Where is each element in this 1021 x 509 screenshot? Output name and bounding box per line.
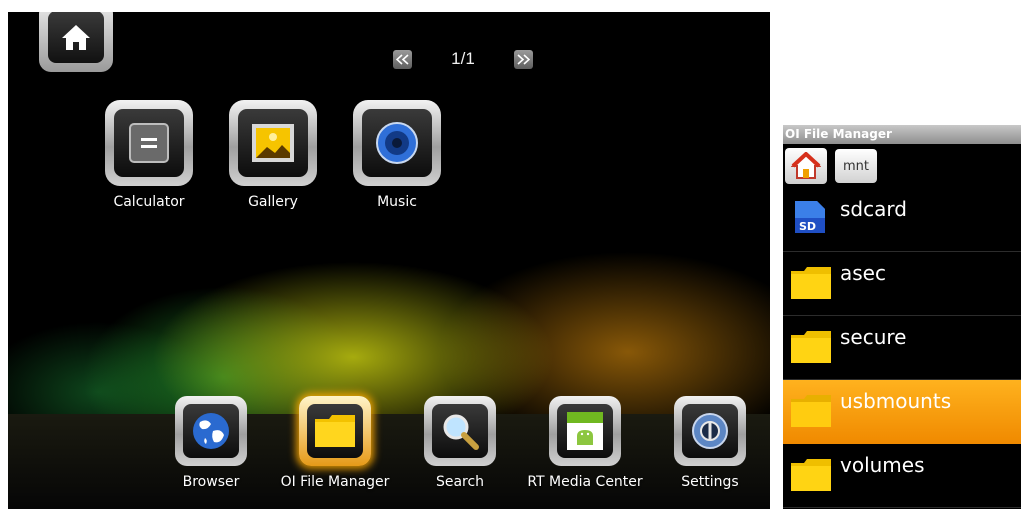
android-media-icon (567, 412, 603, 450)
file-item-volumes[interactable]: volumes (783, 444, 1021, 508)
breadcrumb-mnt[interactable]: mnt (835, 149, 877, 183)
file-item-sdcard[interactable]: SD sdcard (783, 188, 1021, 252)
next-page-button[interactable] (514, 49, 533, 69)
prev-page-button[interactable] (393, 49, 412, 69)
app-label: Browser (182, 474, 240, 490)
folder-icon (791, 459, 831, 491)
file-item-secure[interactable]: secure (783, 316, 1021, 380)
music-icon (376, 122, 418, 164)
dock-app-rt-media-center[interactable]: RT Media Center (525, 396, 645, 490)
dock-app-oi-file-manager[interactable]: OI File Manager (275, 396, 395, 490)
app-label: Search (435, 474, 485, 490)
double-chevron-left-icon (396, 53, 409, 65)
dock-app-settings[interactable]: Settings (650, 396, 770, 490)
file-name: volumes (840, 453, 925, 477)
dock-app-browser[interactable]: Browser (151, 396, 271, 490)
double-chevron-right-icon (517, 53, 530, 65)
file-name: secure (840, 325, 907, 349)
app-label: Settings (681, 474, 739, 490)
app-calculator[interactable]: Calculator (89, 100, 209, 210)
app-music[interactable]: Music (337, 100, 457, 210)
app-label: Music (377, 194, 417, 210)
file-item-asec[interactable]: asec (783, 252, 1021, 316)
home-directory-button[interactable] (785, 148, 827, 184)
path-toolbar: mnt (783, 144, 1021, 188)
home-icon (62, 25, 90, 50)
app-gallery[interactable]: Gallery (213, 100, 333, 210)
magnifier-icon (443, 414, 479, 450)
app-label: OI File Manager (280, 474, 390, 490)
file-name: asec (840, 261, 886, 285)
home-button[interactable] (39, 12, 113, 72)
folder-icon (791, 267, 831, 299)
folder-icon (315, 415, 355, 447)
file-item-usbmounts[interactable]: usbmounts (783, 380, 1021, 444)
page-number: 1/1 (451, 49, 475, 68)
file-name: usbmounts (840, 389, 952, 413)
app-label: Calculator (113, 194, 185, 210)
folder-icon (791, 395, 831, 427)
folder-icon (791, 331, 831, 363)
dock-app-search[interactable]: Search (400, 396, 520, 490)
house-icon (791, 152, 821, 179)
settings-icon (692, 413, 728, 449)
launcher-screen: 1/1 Calculator Gallery Music Browser OI … (8, 12, 770, 509)
globe-icon (193, 413, 229, 449)
svg-text:SD: SD (799, 220, 816, 233)
window-title: OI File Manager (783, 125, 1021, 144)
app-label: Gallery (248, 194, 298, 210)
app-label: RT Media Center (527, 474, 643, 490)
gallery-icon (252, 124, 294, 162)
sdcard-icon: SD (795, 201, 825, 233)
file-name: sdcard (840, 197, 907, 221)
calculator-icon (129, 123, 169, 163)
page-indicator: 1/1 (393, 48, 533, 70)
file-manager-window: OI File Manager mnt SD sdcard asec secur… (783, 125, 1021, 509)
